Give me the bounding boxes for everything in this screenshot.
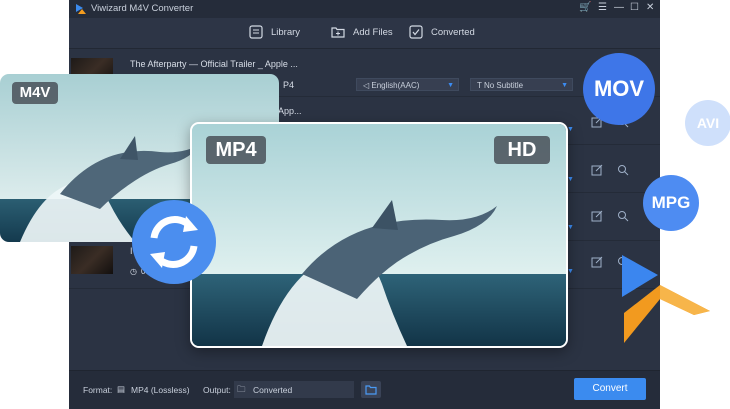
video-thumbnail (71, 246, 113, 274)
mp4-preview-card: MP4 HD (190, 122, 568, 348)
chevron-down-icon[interactable]: ▼ (567, 224, 574, 231)
app-logo-icon (76, 4, 86, 14)
add-files-icon (331, 27, 345, 38)
chevron-down-icon: ▼ (447, 82, 454, 89)
minimize-icon[interactable]: — (614, 2, 624, 13)
search-icon[interactable] (617, 164, 629, 176)
menu-icon[interactable]: ☰ (598, 2, 607, 13)
subtitle-value: No Subtitle (483, 81, 524, 90)
convert-button[interactable]: Convert (574, 378, 646, 400)
audio-value: English(AAC) (371, 81, 420, 90)
format-label: Format: (83, 385, 113, 395)
converted-button[interactable]: Converted (409, 25, 475, 39)
chevron-down-icon: ▼ (561, 82, 568, 89)
add-files-label: Add Files (353, 26, 393, 38)
edit-icon[interactable] (591, 164, 603, 176)
browse-folder-button[interactable] (361, 381, 381, 398)
mov-badge: MOV (583, 53, 655, 125)
converted-label: Converted (431, 26, 475, 38)
subtitle-icon: T (477, 81, 484, 90)
footer-bar: Format: ▤ MP4 (Lossless) Output: 🗀 Conve… (69, 370, 660, 409)
format-value[interactable]: MP4 (Lossless) (131, 385, 190, 395)
m4v-tag: M4V (12, 82, 58, 104)
chevron-down-icon[interactable]: ▼ (567, 268, 574, 275)
chevron-down-icon[interactable]: ▼ (567, 126, 574, 133)
chevron-down-icon[interactable]: ▼ (567, 176, 574, 183)
toolbar: Library Add Files Converted (69, 18, 660, 49)
hd-tag: HD (494, 136, 550, 164)
converted-icon (409, 25, 423, 39)
output-value: Converted (253, 385, 293, 395)
close-icon[interactable]: ✕ (646, 2, 654, 13)
mp4-tag: MP4 (206, 136, 266, 164)
library-button[interactable]: Library (249, 25, 300, 39)
audio-select[interactable]: ◁ English(AAC) ▼ (356, 78, 459, 91)
edit-icon[interactable] (591, 210, 603, 222)
folder-open-icon (365, 385, 377, 395)
add-files-button[interactable]: Add Files (331, 25, 393, 39)
output-path-field[interactable] (234, 381, 354, 398)
cart-icon[interactable]: 🛒 (579, 2, 591, 13)
format-text: P4 (283, 80, 295, 90)
output-label: Output: (203, 385, 231, 395)
title-bar: Viwizard M4V Converter 🛒 ☰ — ☐ ✕ (69, 0, 660, 18)
library-icon (249, 25, 263, 39)
video-title: The Afterparty — Official Trailer _ Appl… (130, 59, 298, 69)
output-folder-icon: 🗀 (237, 384, 246, 394)
search-icon[interactable] (617, 210, 629, 222)
maximize-icon[interactable]: ☐ (630, 2, 639, 13)
brand-logo (622, 255, 710, 343)
convert-arrows-icon (132, 200, 216, 284)
app-title: Viwizard M4V Converter (91, 3, 194, 14)
mpg-badge: MPG (643, 175, 699, 231)
edit-icon[interactable] (591, 256, 603, 268)
format-icon: ▤ (117, 384, 126, 394)
library-label: Library (271, 26, 301, 38)
video-title: App... (278, 106, 302, 116)
avi-badge: AVI (685, 100, 730, 146)
subtitle-select[interactable]: T No Subtitle ▼ (470, 78, 573, 91)
